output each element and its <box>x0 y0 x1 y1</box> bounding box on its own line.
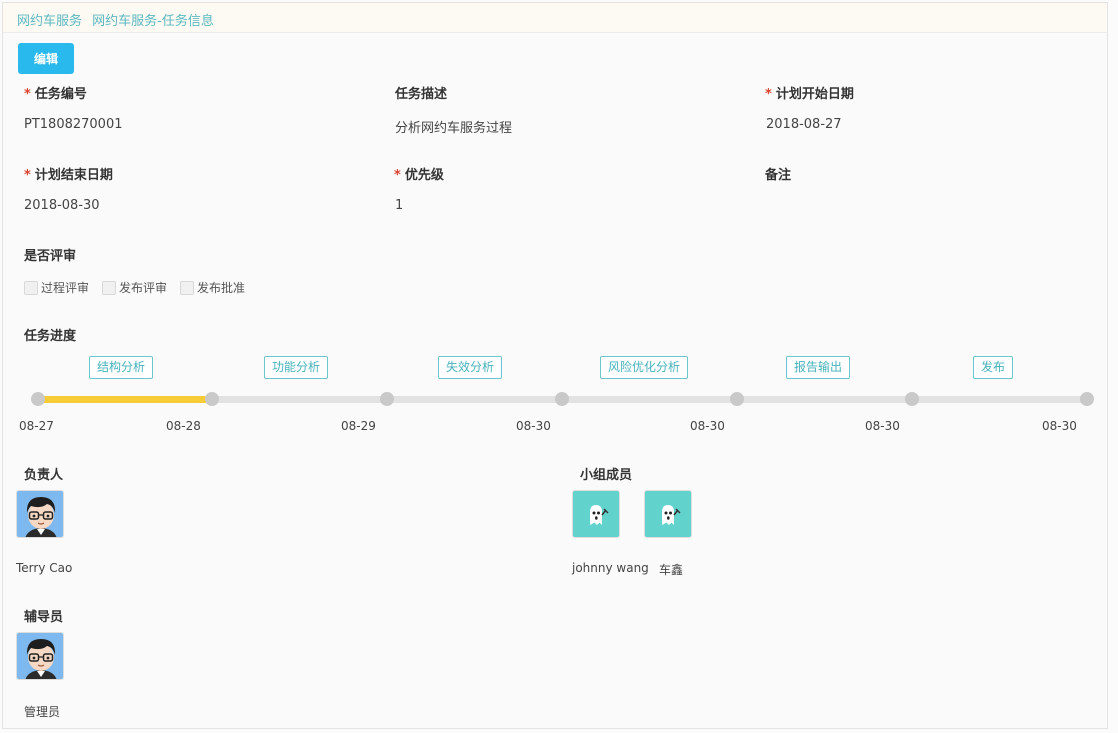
member-avatar[interactable] <box>644 490 692 538</box>
task-no-label: * 任务编号 <box>24 87 87 102</box>
member-name: johnny wang <box>572 561 649 575</box>
progress-label: 任务进度 <box>24 329 77 344</box>
review-checkbox-group: 过程评审 发布评审 发布批准 <box>24 279 258 296</box>
ghost-avatar-icon <box>573 491 619 537</box>
task-desc-value: 分析网约车服务过程 <box>395 121 513 136</box>
task-info-panel: 网约车服务 网约车服务-任务信息 编辑 * 任务编号 PT1808270001 任… <box>2 2 1108 729</box>
milestone-dot[interactable] <box>205 392 219 406</box>
required-mark: * <box>765 87 772 102</box>
mentor-name: 管理员 <box>24 705 61 719</box>
checkbox-release-review[interactable]: 发布评审 <box>102 279 167 296</box>
required-mark: * <box>24 168 31 183</box>
milestone-date: 08-30 <box>865 419 900 433</box>
checkbox-process-review[interactable]: 过程评审 <box>24 279 89 296</box>
plan-start-label: * 计划开始日期 <box>765 87 854 102</box>
mentor-label: 辅导员 <box>24 610 64 625</box>
progress-fill <box>38 396 214 403</box>
mentor-avatar[interactable] <box>16 632 64 680</box>
plan-end-value: 2018-08-30 <box>24 198 100 213</box>
owner-label: 负责人 <box>24 468 64 483</box>
checkbox-release-approval[interactable]: 发布批准 <box>180 279 245 296</box>
cartoon-boy-avatar-icon <box>17 491 63 537</box>
milestone-dot[interactable] <box>730 392 744 406</box>
owner-avatar[interactable] <box>16 490 64 538</box>
cartoon-boy-avatar-icon <box>17 633 63 679</box>
required-mark: * <box>394 168 401 183</box>
milestone-dot[interactable] <box>905 392 919 406</box>
ghost-avatar-icon <box>645 491 691 537</box>
member-name: 车鑫 <box>659 563 684 577</box>
members-label: 小组成员 <box>580 468 633 483</box>
milestone-date: 08-27 <box>19 419 54 433</box>
breadcrumb-item-service[interactable]: 网约车服务 <box>17 14 82 29</box>
task-desc-label: 任务描述 <box>395 87 448 102</box>
checkbox-box[interactable] <box>180 280 195 295</box>
member-avatar[interactable] <box>572 490 620 538</box>
remark-label: 备注 <box>765 168 792 183</box>
stage-structure-analysis[interactable]: 结构分析 <box>89 356 154 379</box>
stage-report-output[interactable]: 报告输出 <box>786 356 851 379</box>
checkbox-box[interactable] <box>102 280 117 295</box>
stage-function-analysis[interactable]: 功能分析 <box>264 356 329 379</box>
breadcrumb: 网约车服务 网约车服务-任务信息 <box>3 3 1107 33</box>
stage-failure-analysis[interactable]: 失效分析 <box>438 356 503 379</box>
required-mark: * <box>24 87 31 102</box>
milestone-date: 08-29 <box>341 419 376 433</box>
milestone-dot[interactable] <box>555 392 569 406</box>
milestone-date: 08-30 <box>690 419 725 433</box>
edit-button[interactable]: 编辑 <box>18 43 74 74</box>
review-label: 是否评审 <box>24 249 77 264</box>
checkbox-box[interactable] <box>24 280 38 295</box>
milestone-date: 08-30 <box>516 419 551 433</box>
task-no-value: PT1808270001 <box>24 117 123 132</box>
priority-value: 1 <box>395 198 404 213</box>
owner-name: Terry Cao <box>16 561 73 575</box>
plan-end-label: * 计划结束日期 <box>24 168 113 183</box>
milestone-dot[interactable] <box>1080 392 1094 406</box>
milestone-date: 08-30 <box>1042 419 1077 433</box>
milestone-dot[interactable] <box>31 392 45 406</box>
breadcrumb-item-task-info[interactable]: 网约车服务-任务信息 <box>92 14 214 29</box>
stage-risk-optimization[interactable]: 风险优化分析 <box>600 356 689 379</box>
milestone-date: 08-28 <box>166 419 201 433</box>
plan-start-value: 2018-08-27 <box>766 117 842 132</box>
stage-release[interactable]: 发布 <box>973 356 1014 379</box>
priority-label: * 优先级 <box>394 168 444 183</box>
milestone-dot[interactable] <box>380 392 394 406</box>
